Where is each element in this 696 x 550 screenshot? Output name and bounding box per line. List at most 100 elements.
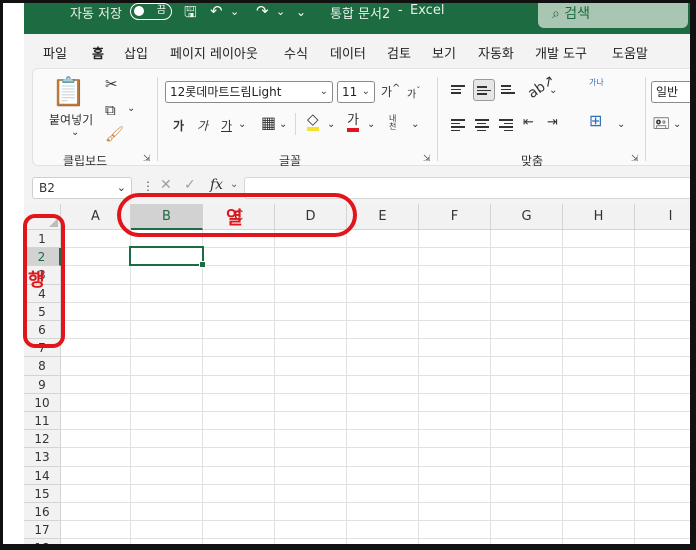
fill-color-icon[interactable]: ◇	[307, 111, 319, 131]
cut-icon[interactable]: ✂	[105, 75, 118, 93]
save-icon[interactable]: 🖫	[184, 2, 197, 27]
bold-button[interactable]: 가	[173, 117, 184, 134]
phonetic-dropdown-icon[interactable]: ⌄	[411, 119, 419, 130]
row-header-8[interactable]: 8	[24, 357, 61, 376]
row-header-13[interactable]: 13	[24, 448, 61, 467]
redo-icon[interactable]: ↷	[256, 2, 269, 20]
redo-dropdown-icon[interactable]: ⌄	[276, 5, 285, 18]
tab-home[interactable]: 홈	[92, 43, 104, 70]
tab-formulas[interactable]: 수식	[284, 43, 308, 62]
decrease-indent-icon[interactable]: ⇤	[523, 115, 534, 130]
spreadsheet-grid: A B C D E F G H I 1 2 3 4 5 6 7 8 9 10 1…	[24, 204, 696, 550]
format-painter-icon[interactable]: 🖌	[105, 125, 124, 143]
font-color-button[interactable]: 가	[347, 113, 359, 132]
more-options-icon[interactable]: ⋮	[142, 179, 154, 193]
gridline	[61, 502, 696, 503]
font-name-combo[interactable]: 12롯데마트드림Light ⌄	[165, 81, 333, 103]
font-size-value: 11	[342, 85, 358, 99]
alignment-launcher-icon[interactable]: ⇲	[631, 154, 639, 164]
align-middle-icon	[477, 84, 491, 97]
align-right-icon[interactable]	[499, 117, 513, 133]
tab-automate[interactable]: 자동화	[478, 43, 514, 62]
insert-function-button[interactable]: fx	[210, 177, 223, 193]
font-launcher-icon[interactable]: ⇲	[423, 154, 431, 164]
gridline	[61, 356, 696, 358]
align-center-icon[interactable]	[475, 117, 489, 133]
undo-icon[interactable]: ↶	[210, 2, 223, 20]
paste-dropdown-icon[interactable]: ⌄	[71, 127, 79, 138]
column-header-e[interactable]: E	[347, 204, 419, 230]
number-format-combo[interactable]: 일반	[651, 81, 696, 103]
tab-file[interactable]: 파일	[43, 43, 67, 62]
increase-indent-icon[interactable]: ⇥	[547, 115, 558, 130]
grow-font-button[interactable]: 가^	[381, 83, 400, 100]
search-icon: ⌕	[552, 6, 560, 22]
align-bottom-icon[interactable]	[501, 83, 515, 96]
column-header-h[interactable]: H	[563, 204, 635, 230]
column-header-f[interactable]: F	[419, 204, 491, 230]
autosave-state: 끔	[156, 5, 166, 16]
underline-dropdown-icon[interactable]: ⌄	[238, 119, 246, 130]
borders-dropdown-icon[interactable]: ⌄	[279, 119, 287, 130]
accounting-format-icon[interactable]: 🖭	[653, 113, 669, 137]
gridline	[61, 520, 696, 522]
wrap-text-button[interactable]: 가나	[589, 79, 605, 87]
row-header-11[interactable]: 11	[24, 412, 61, 431]
active-cell-b2[interactable]	[129, 245, 206, 268]
tab-developer[interactable]: 개발 도구	[535, 43, 587, 62]
paste-icon[interactable]: 📋	[51, 75, 86, 108]
shrink-font-button[interactable]: 가ˇ	[407, 85, 420, 100]
font-name-value: 12롯데마트드림Light	[170, 85, 282, 99]
fx-dropdown-icon[interactable]: ⌄	[230, 179, 238, 190]
row-header-14[interactable]: 14	[24, 466, 61, 485]
italic-button[interactable]: 가	[197, 117, 208, 134]
row-header-12[interactable]: 12	[24, 430, 61, 449]
copy-dropdown-icon[interactable]: ⌄	[127, 103, 135, 114]
tab-insert[interactable]: 삽입	[124, 43, 148, 62]
align-middle-button[interactable]	[473, 79, 495, 101]
column-header-g[interactable]: G	[491, 204, 563, 230]
document-title: 통합 문서2	[330, 7, 391, 22]
row-header-16[interactable]: 16	[24, 503, 61, 522]
underline-button[interactable]: 가	[221, 117, 232, 134]
gridline	[61, 374, 696, 376]
align-left-icon[interactable]	[451, 117, 465, 133]
font-color-dropdown-icon[interactable]: ⌄	[367, 119, 375, 130]
undo-dropdown-icon[interactable]: ⌄	[230, 5, 239, 18]
search-box[interactable]: ⌕ 검색	[538, 0, 688, 28]
gridline	[61, 465, 696, 467]
merge-center-icon[interactable]: ⊞	[589, 111, 602, 130]
customize-toolbar-icon[interactable]: ⌄	[296, 5, 306, 19]
borders-icon[interactable]: ▦	[261, 113, 276, 132]
name-box[interactable]: B2 ⌄	[32, 177, 132, 199]
tab-help[interactable]: 도움말	[612, 43, 648, 62]
chevron-down-icon: ⌄	[319, 86, 328, 97]
group-divider	[437, 77, 438, 161]
tab-data[interactable]: 데이터	[330, 43, 366, 62]
paste-button[interactable]: 붙여넣기	[49, 111, 93, 128]
group-divider	[157, 77, 158, 161]
column-header-i[interactable]: I	[635, 204, 696, 230]
cancel-icon[interactable]: ✕	[160, 177, 172, 193]
enter-icon[interactable]: ✓	[184, 177, 196, 193]
accounting-dropdown-icon[interactable]: ⌄	[673, 119, 681, 130]
merge-dropdown-icon[interactable]: ⌄	[617, 119, 625, 130]
copy-icon[interactable]: ⧉	[105, 101, 116, 119]
font-size-combo[interactable]: 11 ⌄	[337, 81, 375, 103]
fill-color-dropdown-icon[interactable]: ⌄	[327, 119, 335, 130]
tab-page-layout[interactable]: 페이지 레이아웃	[170, 43, 258, 62]
align-top-icon[interactable]	[451, 83, 465, 96]
gridline	[61, 301, 696, 303]
row-header-18[interactable]: 18	[24, 539, 61, 550]
autosave-toggle[interactable]: 끔	[130, 3, 172, 20]
chevron-down-icon: ⌄	[116, 181, 126, 194]
row-header-9[interactable]: 9	[24, 375, 61, 394]
row-header-10[interactable]: 10	[24, 393, 61, 412]
clipboard-launcher-icon[interactable]: ⇲	[143, 154, 151, 164]
tab-review[interactable]: 검토	[387, 43, 411, 62]
phonetic-button[interactable]: 내천	[389, 115, 403, 131]
orientation-dropdown-icon[interactable]: ⌄	[549, 85, 557, 96]
row-header-17[interactable]: 17	[24, 521, 61, 540]
tab-view[interactable]: 보기	[432, 43, 456, 62]
row-header-15[interactable]: 15	[24, 484, 61, 503]
